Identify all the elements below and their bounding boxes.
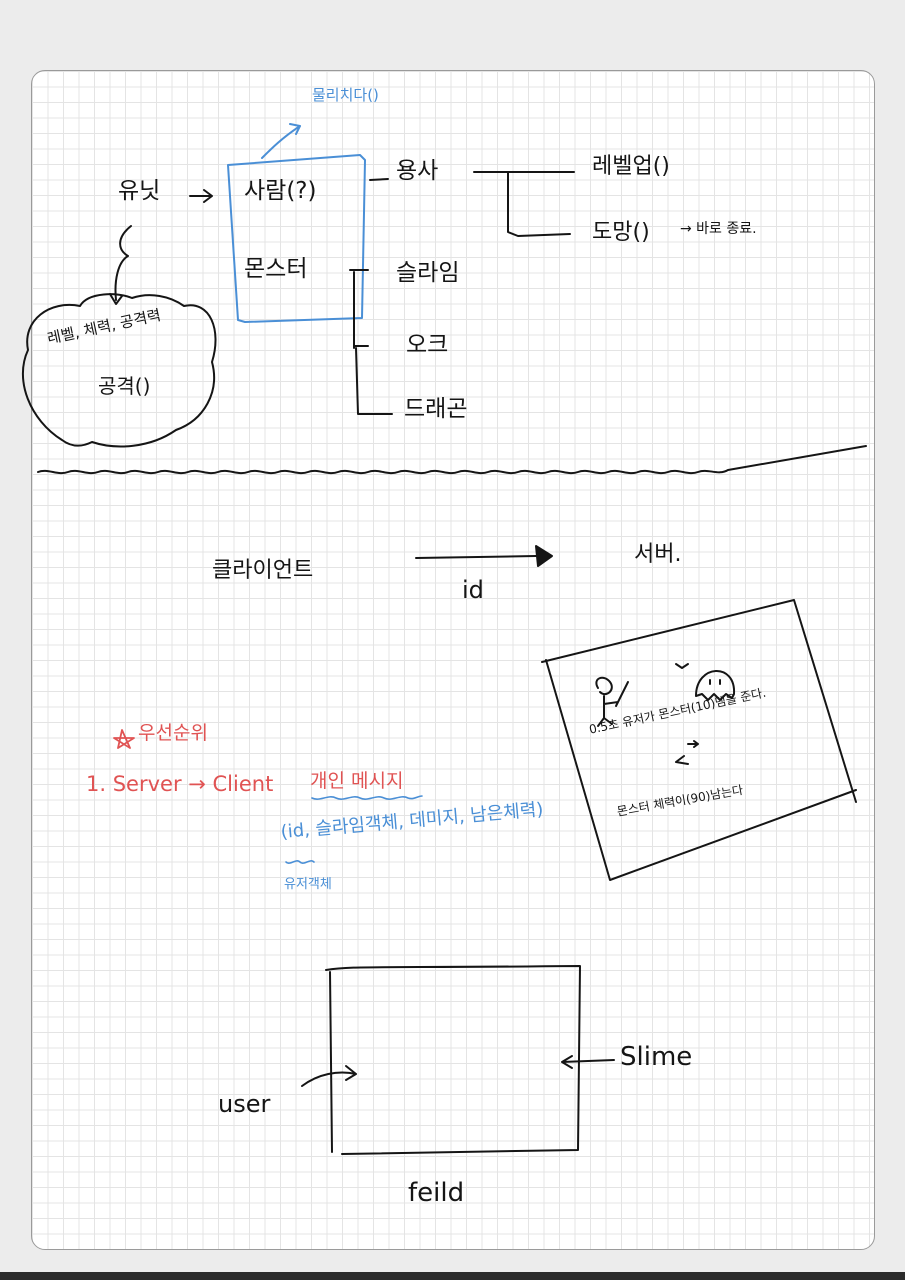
id-label: id bbox=[462, 576, 484, 604]
monster-label: 몬스터 bbox=[244, 256, 308, 282]
private-message: 개인 메시지 bbox=[310, 770, 404, 792]
orc-label: 오크 bbox=[406, 332, 449, 358]
slime-label: 슬라임 bbox=[396, 260, 460, 286]
levelup-label: 레벨업() bbox=[592, 154, 670, 179]
human-label: 사람(?) bbox=[244, 178, 317, 204]
field-slime-label: Slime bbox=[620, 1042, 693, 1072]
client-label: 클라이언트 bbox=[212, 558, 314, 583]
server-label: 서버. bbox=[634, 542, 682, 567]
priority-item-1: 1. Server → Client bbox=[86, 772, 274, 796]
dragon-label: 드래곤 bbox=[404, 396, 468, 422]
field-label: feild bbox=[408, 1178, 465, 1208]
flee-label: 도망() bbox=[592, 220, 650, 245]
unit-label: 유닛 bbox=[118, 178, 161, 204]
cloud-attack: 공격() bbox=[98, 374, 151, 398]
flee-note: → 바로 종료. bbox=[680, 221, 757, 237]
priority-title: 우선순위 bbox=[138, 722, 208, 744]
user-object-note: 유저객체 bbox=[284, 877, 332, 892]
field-user-label: user bbox=[218, 1090, 271, 1118]
bottom-bar bbox=[0, 1272, 905, 1280]
hero-label: 용사 bbox=[396, 158, 439, 184]
knockback-label: 물리치다() bbox=[312, 86, 379, 104]
